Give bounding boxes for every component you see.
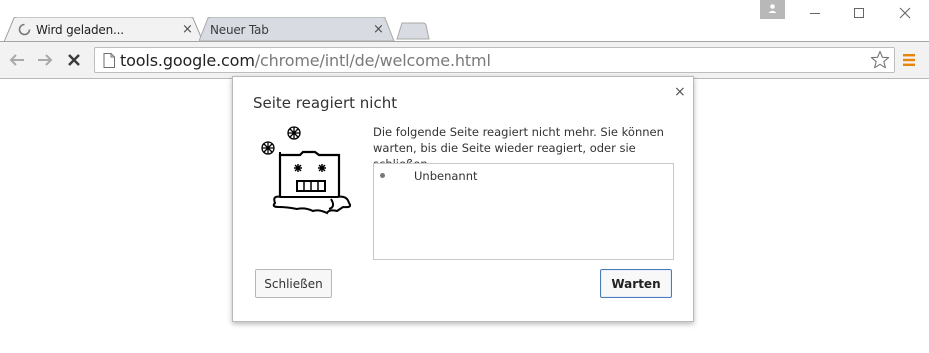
star-icon[interactable] (870, 50, 890, 70)
tab-close-icon[interactable]: × (182, 23, 193, 36)
hung-page-dialog: Seite reagiert nicht × Die folgende Seit… (232, 76, 694, 322)
snowflake-icon (287, 126, 301, 140)
forward-arrow-icon (38, 54, 53, 66)
maximize-button[interactable] (837, 0, 881, 26)
dialog-title: Seite reagiert nicht (253, 94, 398, 112)
forward-button[interactable] (34, 50, 56, 70)
hamburger-menu-icon[interactable] (902, 53, 916, 67)
address-bar[interactable]: tools.google.com/chrome/intl/de/welcome.… (94, 47, 895, 73)
url-text: tools.google.com/chrome/intl/de/welcome.… (120, 51, 491, 70)
maximize-icon (854, 8, 864, 18)
stop-button[interactable] (63, 50, 85, 70)
url-path: /chrome/intl/de/welcome.html (254, 51, 491, 70)
minimize-icon (810, 13, 820, 14)
tab-strip: Wird geladen... × Neuer Tab × (0, 0, 929, 42)
hung-page-folder-illustration (261, 126, 352, 215)
list-item-label: Unbenannt (414, 169, 478, 183)
tab-inactive[interactable]: Neuer Tab × (199, 17, 395, 42)
url-host: tools.google.com (120, 51, 255, 70)
loading-spinner-icon (18, 23, 31, 36)
back-button[interactable] (6, 50, 28, 70)
tab-title: Neuer Tab (210, 23, 269, 37)
bullet-icon (380, 173, 385, 178)
close-page-button[interactable]: Schließen (255, 269, 332, 298)
back-arrow-icon (9, 54, 24, 66)
window-close-button[interactable] (883, 0, 927, 26)
page-icon (103, 53, 115, 68)
unresponsive-pages-list[interactable]: Unbenannt (373, 163, 674, 260)
toolbar: tools.google.com/chrome/intl/de/welcome.… (0, 42, 929, 79)
wait-button[interactable]: Warten (600, 269, 672, 298)
tab-close-icon[interactable]: × (373, 23, 384, 36)
profile-icon (768, 4, 777, 13)
list-item[interactable]: Unbenannt (374, 168, 673, 184)
tab-title: Wird geladen... (36, 23, 124, 37)
stop-icon (68, 54, 80, 66)
new-tab-button[interactable] (396, 22, 430, 40)
snowflake-icon (261, 141, 275, 155)
minimize-button[interactable] (793, 0, 837, 26)
dialog-close-icon[interactable]: × (674, 85, 686, 99)
tab-active[interactable]: Wird geladen... × (4, 17, 204, 42)
close-icon (899, 7, 911, 19)
profile-button[interactable] (760, 0, 785, 19)
